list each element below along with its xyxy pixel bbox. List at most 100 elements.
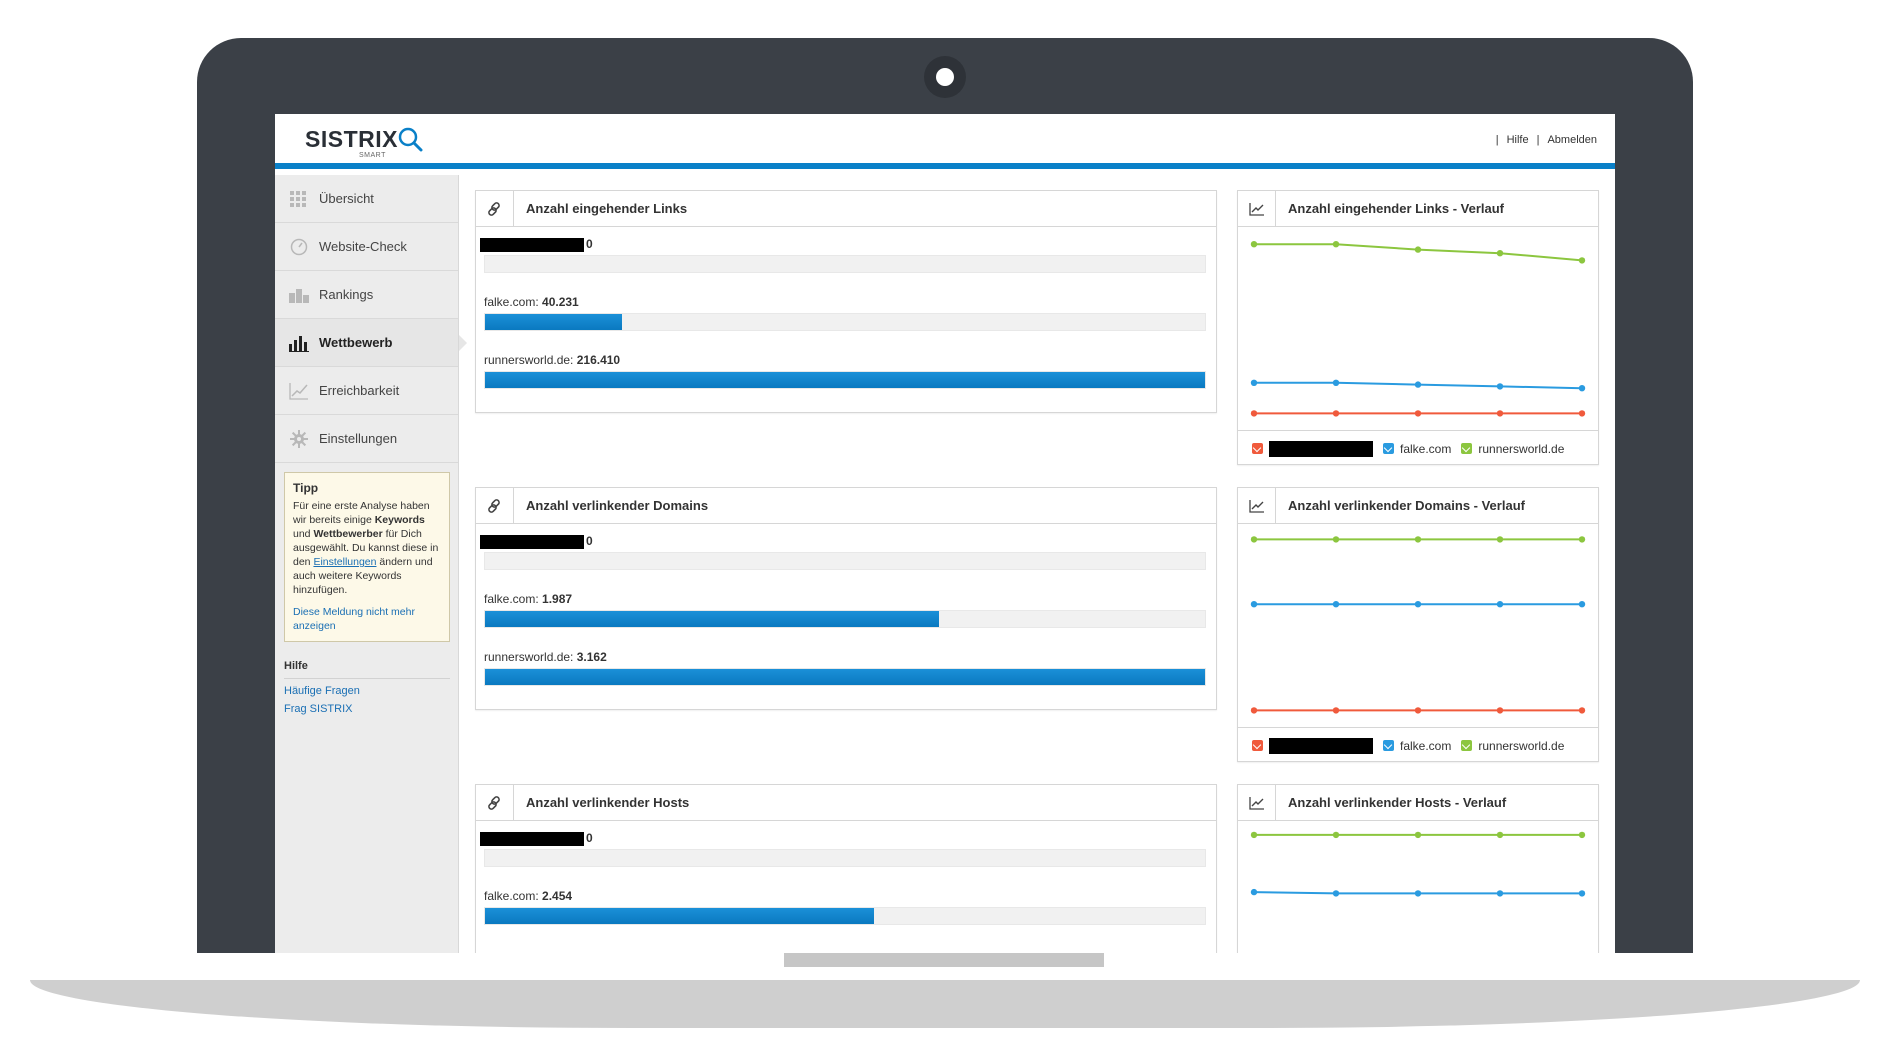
help-link[interactable]: Hilfe xyxy=(1507,134,1529,146)
data-point[interactable] xyxy=(1578,707,1586,714)
legend-item[interactable]: falke.com xyxy=(1383,739,1451,753)
bar-value: 0 xyxy=(586,831,593,845)
sidebar-item-uebersicht[interactable]: Übersicht xyxy=(275,175,458,223)
legend-label: falke.com xyxy=(1400,441,1452,456)
top-links: | Hilfe | Abmelden xyxy=(1496,134,1597,146)
panel-header: Anzahl eingehender Links - Verlauf xyxy=(1238,190,1598,227)
data-point[interactable] xyxy=(1578,601,1586,608)
bar-row: falke.com: 40.231 xyxy=(484,295,1206,331)
legend-swatch xyxy=(1461,443,1473,454)
bar-fill xyxy=(485,372,1205,388)
data-point[interactable] xyxy=(1496,250,1504,257)
sidebar-item-einstellungen[interactable]: Einstellungen xyxy=(275,415,458,463)
brand-logo[interactable]: SISTRIX xyxy=(305,126,398,153)
data-point[interactable] xyxy=(1414,246,1422,253)
sidebar-item-website-check[interactable]: Website-Check xyxy=(275,223,458,271)
data-point[interactable] xyxy=(1332,707,1340,714)
panel-header: Anzahl verlinkender Domains - Verlauf xyxy=(1238,487,1598,524)
top-bar: SISTRIX SMART | Hilfe | Abmelden xyxy=(275,114,1615,169)
data-point[interactable] xyxy=(1332,890,1340,897)
domains-chart-panel: Anzahl verlinkender Domains - Verlauf fa… xyxy=(1237,487,1599,762)
legend-swatch xyxy=(1461,740,1473,751)
data-point[interactable] xyxy=(1496,707,1504,714)
tip-settings-link[interactable]: Einstellungen xyxy=(313,556,376,568)
legend-item[interactable]: falke.com xyxy=(1383,442,1451,456)
legend-swatch xyxy=(1383,443,1394,454)
data-point[interactable] xyxy=(1496,383,1504,390)
data-point[interactable] xyxy=(1414,381,1422,388)
sidebar-item-wettbewerb[interactable]: Wettbewerb xyxy=(275,319,467,367)
data-point[interactable] xyxy=(1414,890,1422,897)
data-point[interactable] xyxy=(1414,536,1422,543)
data-point[interactable] xyxy=(1414,831,1422,839)
data-point[interactable] xyxy=(1332,241,1340,248)
line-chart-icon xyxy=(289,382,309,400)
data-point[interactable] xyxy=(1414,601,1422,608)
data-point[interactable] xyxy=(1250,410,1258,417)
data-point[interactable] xyxy=(1250,241,1258,248)
separator: | xyxy=(1495,134,1499,146)
legend-item[interactable] xyxy=(1252,737,1373,754)
data-point[interactable] xyxy=(1250,379,1258,386)
panel-header: Anzahl verlinkender Hosts - Verlauf xyxy=(1238,784,1598,821)
panel-title: Anzahl verlinkender Domains xyxy=(526,498,709,513)
help-link-ask[interactable]: Frag SISTRIX xyxy=(284,703,458,715)
line-chart-icon xyxy=(1238,784,1276,821)
sidebar-item-erreichbarkeit[interactable]: Erreichbarkeit xyxy=(275,367,458,415)
rankings-icon xyxy=(289,286,309,304)
logout-link[interactable]: Abmelden xyxy=(1547,134,1597,146)
data-point[interactable] xyxy=(1250,601,1258,608)
data-point[interactable] xyxy=(1332,831,1340,839)
data-point[interactable] xyxy=(1496,601,1504,608)
data-point[interactable] xyxy=(1578,536,1586,543)
app-screen: SISTRIX SMART | Hilfe | Abmelden Übersic… xyxy=(275,114,1615,953)
data-point[interactable] xyxy=(1578,890,1586,897)
data-point[interactable] xyxy=(1414,707,1422,714)
hosts-panel: Anzahl verlinkender Hosts 0 falke.com: 2… xyxy=(475,784,1217,953)
redacted-domain xyxy=(1269,737,1373,754)
legend-item[interactable]: runnersworld.de xyxy=(1461,739,1564,753)
data-point[interactable] xyxy=(1250,831,1258,839)
legend-item[interactable]: runnersworld.de xyxy=(1461,442,1564,456)
sidebar-item-rankings[interactable]: Rankings xyxy=(275,271,458,319)
bar-fill xyxy=(485,611,939,627)
data-point[interactable] xyxy=(1578,410,1586,417)
data-point[interactable] xyxy=(1250,888,1258,896)
chart-legend: falke.com runnersworld.de xyxy=(1238,727,1598,763)
panel-title: Anzahl verlinkender Hosts xyxy=(526,795,690,810)
laptop-hinge xyxy=(784,953,1104,967)
bar-row: 0 xyxy=(480,237,1206,273)
bar-label: falke.com: 2.454 xyxy=(484,889,1206,905)
data-point[interactable] xyxy=(1414,410,1422,417)
line-chart-icon xyxy=(1238,487,1276,524)
bar-row: runnersworld.de: 216.410 xyxy=(484,353,1206,389)
data-point[interactable] xyxy=(1332,410,1340,417)
domains-panel: Anzahl verlinkender Domains 0 falke.com:… xyxy=(475,487,1217,710)
grid-icon xyxy=(289,190,309,208)
data-point[interactable] xyxy=(1332,379,1340,386)
data-point[interactable] xyxy=(1578,385,1586,392)
bar-value: 2.454 xyxy=(542,889,573,903)
data-point[interactable] xyxy=(1496,890,1504,897)
data-point[interactable] xyxy=(1332,601,1340,608)
bar-label: 0 xyxy=(480,237,1206,253)
legend-item[interactable] xyxy=(1252,440,1373,457)
tip-dismiss-link[interactable]: Diese Meldung nicht mehr anzeigen xyxy=(293,605,441,633)
data-point[interactable] xyxy=(1578,831,1586,839)
bar-domain: falke.com: xyxy=(484,889,543,903)
sidebar-item-label: Erreichbarkeit xyxy=(319,383,400,398)
data-point[interactable] xyxy=(1250,707,1258,714)
redacted-domain xyxy=(480,237,584,252)
data-point[interactable] xyxy=(1332,536,1340,543)
data-point[interactable] xyxy=(1496,536,1504,543)
data-point[interactable] xyxy=(1496,831,1504,839)
bar-domain: runnersworld.de: xyxy=(484,353,577,367)
data-point[interactable] xyxy=(1578,257,1586,264)
help-link-faq[interactable]: Häufige Fragen xyxy=(284,685,458,697)
data-point[interactable] xyxy=(1496,410,1504,417)
data-point[interactable] xyxy=(1250,536,1258,543)
tip-competitors: Wettbewerber xyxy=(313,528,383,540)
panel-title: Anzahl eingehender Links xyxy=(526,201,688,216)
sidebar-item-label: Einstellungen xyxy=(319,431,398,446)
tip-title: Tipp xyxy=(293,481,319,495)
